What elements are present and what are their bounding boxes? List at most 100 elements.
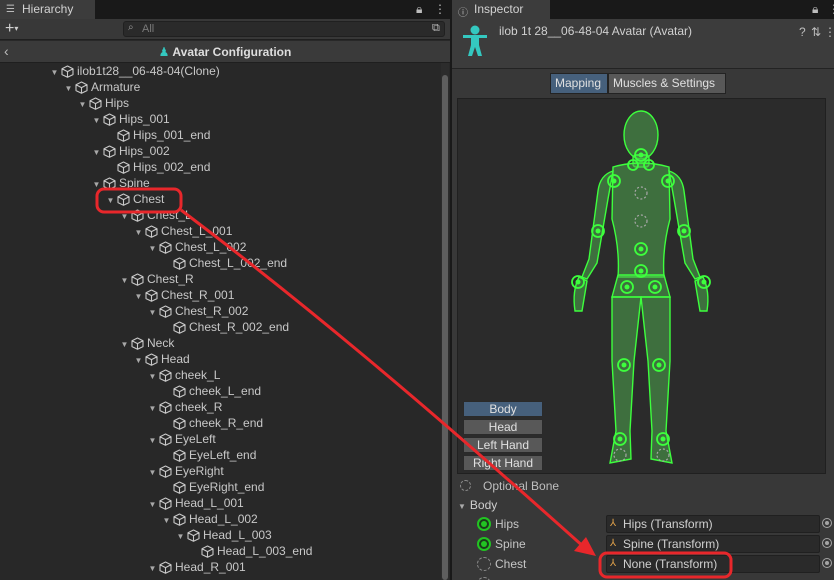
tree-row[interactable]: ▼ Head bbox=[132, 351, 190, 367]
scrollbar-thumb[interactable] bbox=[442, 75, 448, 580]
tree-row[interactable]: ▼ EyeLeft bbox=[146, 431, 216, 447]
lock-icon[interactable]: 🔒︎ bbox=[812, 2, 818, 17]
expand-triangle-icon[interactable]: ▼ bbox=[48, 65, 61, 81]
tree-row[interactable]: cheek_L_end bbox=[160, 383, 261, 399]
body-part-left-hand[interactable]: Left Hand bbox=[463, 437, 543, 453]
tree-row-label: Neck bbox=[147, 336, 175, 350]
tree-row[interactable]: Head_L_003_end bbox=[188, 543, 312, 559]
expand-triangle-icon[interactable]: ▼ bbox=[146, 241, 159, 257]
bone-transform-field[interactable]: ⅄ None (Transform) bbox=[606, 555, 820, 573]
tree-row[interactable]: ▼ Head_L_002 bbox=[160, 511, 258, 527]
bone-status-icon[interactable] bbox=[477, 557, 491, 571]
tree-row[interactable]: ▼ Armature bbox=[62, 79, 141, 97]
tree-row[interactable]: Chest_R_002_end bbox=[160, 319, 289, 335]
bone-row-hips: Hips ⅄ Hips (Transform) bbox=[452, 514, 834, 534]
tree-row-label: Chest_L_002_end bbox=[189, 256, 288, 270]
lock-icon[interactable]: 🔒︎ bbox=[416, 2, 422, 17]
expand-triangle-icon[interactable]: ▼ bbox=[118, 273, 131, 289]
bone-transform-field[interactable]: ⅄ Spine (Transform) bbox=[606, 535, 820, 553]
expand-triangle-icon[interactable]: ▼ bbox=[174, 529, 187, 545]
bone-transform-field[interactable]: ⅄ Hips (Transform) bbox=[606, 515, 820, 533]
object-picker-icon[interactable] bbox=[822, 558, 832, 568]
expand-triangle-icon[interactable]: ▼ bbox=[90, 113, 103, 129]
expand-triangle-icon[interactable]: ▼ bbox=[160, 513, 173, 529]
expand-triangle-icon[interactable]: ▼ bbox=[146, 369, 159, 385]
hierarchy-scrollbar[interactable] bbox=[441, 63, 449, 580]
object-picker-icon[interactable] bbox=[822, 538, 832, 548]
help-icon[interactable]: ? bbox=[799, 25, 806, 39]
transform-icon: ⅄ bbox=[610, 558, 617, 569]
tree-row[interactable]: Chest_L_002_end bbox=[160, 255, 287, 271]
tree-row-label: Chest_L_002 bbox=[175, 240, 247, 254]
kebab-menu-icon[interactable]: ⋮ bbox=[824, 25, 834, 39]
dropdown-caret-icon: ▾ bbox=[14, 24, 19, 33]
search-input[interactable] bbox=[142, 22, 422, 36]
tree-row[interactable]: ▼ Hips_001 bbox=[90, 111, 170, 127]
tree-row[interactable]: cheek_R_end bbox=[160, 415, 263, 431]
expand-triangle-icon[interactable]: ▼ bbox=[132, 353, 145, 369]
tree-row[interactable]: Hips_002_end bbox=[104, 159, 210, 175]
expand-triangle-icon[interactable]: ▼ bbox=[76, 97, 89, 113]
list-icon: ☰ bbox=[6, 4, 15, 15]
tree-row[interactable]: ▼ Chest_L_002 bbox=[146, 239, 247, 257]
tree-row[interactable]: ▼ cheek_L bbox=[146, 367, 221, 385]
tree-row[interactable]: ▼ Chest_R_002 bbox=[146, 303, 249, 321]
tree-row[interactable]: ▼ Chest_R_001 bbox=[132, 287, 235, 305]
tree-row[interactable]: ▼ Hips bbox=[76, 95, 129, 111]
avatar-config-title: ♟ Avatar Configuration bbox=[0, 45, 450, 59]
gameobject-cube-icon bbox=[131, 271, 145, 287]
expand-triangle-icon[interactable]: ▼ bbox=[104, 193, 117, 209]
tree-row[interactable]: ▼ ilob1t28__06-48-04(Clone) bbox=[48, 63, 220, 79]
tab-mapping[interactable]: Mapping bbox=[550, 73, 608, 94]
tree-row[interactable]: EyeLeft_end bbox=[160, 447, 256, 463]
expand-triangle-icon[interactable]: ▼ bbox=[62, 81, 75, 97]
object-picker-icon[interactable] bbox=[822, 518, 832, 528]
expand-triangle-icon[interactable]: ▼ bbox=[90, 145, 103, 161]
expand-triangle-icon[interactable]: ▼ bbox=[146, 305, 159, 321]
create-add-button[interactable]: +▾ bbox=[5, 20, 18, 38]
kebab-menu-icon[interactable]: ⋮ bbox=[828, 2, 834, 16]
tree-row[interactable]: ▼ Head_L_003 bbox=[174, 527, 272, 543]
expand-triangle-icon[interactable]: ▼ bbox=[90, 177, 103, 193]
body-part-head[interactable]: Head bbox=[463, 419, 543, 435]
tree-row[interactable]: ▼ Spine bbox=[90, 175, 150, 191]
expand-triangle-icon[interactable]: ▼ bbox=[146, 561, 159, 577]
search-field[interactable]: ⌕ bbox=[123, 21, 445, 37]
expand-triangle-icon[interactable]: ▼ bbox=[146, 465, 159, 481]
preset-sliders-icon[interactable]: ⇅ bbox=[811, 25, 821, 39]
expand-triangle-icon[interactable]: ▼ bbox=[146, 401, 159, 417]
expand-triangle-icon[interactable]: ▼ bbox=[118, 209, 131, 225]
expand-triangle-icon[interactable]: ▼ bbox=[146, 433, 159, 449]
expand-triangle-icon[interactable]: ▼ bbox=[132, 289, 145, 305]
kebab-menu-icon[interactable]: ⋮ bbox=[434, 2, 446, 16]
gameobject-cube-icon bbox=[187, 527, 201, 543]
body-section-header[interactable]: ▼ Body bbox=[458, 498, 497, 512]
body-part-body[interactable]: Body bbox=[463, 401, 543, 417]
bone-row-next bbox=[452, 574, 834, 580]
avatar-head bbox=[623, 110, 659, 160]
tree-row[interactable]: ▼ Hips_002 bbox=[90, 143, 170, 159]
tree-row[interactable]: ▼ Chest_R bbox=[118, 271, 194, 287]
tab-muscles-settings[interactable]: Muscles & Settings bbox=[608, 73, 726, 94]
tree-row[interactable]: ▼ cheek_R bbox=[146, 399, 223, 417]
tree-row[interactable]: ▼ Head_L_001 bbox=[146, 495, 244, 511]
tree-row[interactable]: ▼ Neck bbox=[118, 335, 175, 353]
tree-row[interactable]: ▼ Chest bbox=[104, 191, 165, 209]
tree-row[interactable]: Hips_001_end bbox=[104, 127, 210, 143]
tree-row[interactable]: EyeRight_end bbox=[160, 479, 264, 495]
tree-row[interactable]: ▼ Chest_L bbox=[118, 207, 192, 223]
tree-row[interactable]: ▼ Head_R_001 bbox=[146, 559, 246, 575]
expand-triangle-icon[interactable]: ▼ bbox=[146, 497, 159, 513]
scene-search-icon[interactable]: ⧉ bbox=[432, 22, 440, 35]
tree-row[interactable]: ▼ Chest_L_001 bbox=[132, 223, 233, 241]
expand-triangle-icon[interactable]: ▼ bbox=[118, 337, 131, 353]
tree-row-label: Hips_001_end bbox=[133, 128, 211, 142]
bone-status-icon[interactable] bbox=[477, 517, 491, 531]
tree-row-label: Chest_R_001 bbox=[161, 288, 235, 302]
expand-triangle-icon[interactable]: ▼ bbox=[132, 225, 145, 241]
tab-inspector[interactable]: ⓘ Inspector bbox=[452, 0, 550, 19]
tree-row[interactable]: ▼ EyeRight bbox=[146, 463, 224, 479]
bone-status-icon[interactable] bbox=[477, 537, 491, 551]
body-part-right-hand[interactable]: Right Hand bbox=[463, 455, 543, 471]
tab-hierarchy[interactable]: ☰ Hierarchy bbox=[0, 0, 95, 19]
